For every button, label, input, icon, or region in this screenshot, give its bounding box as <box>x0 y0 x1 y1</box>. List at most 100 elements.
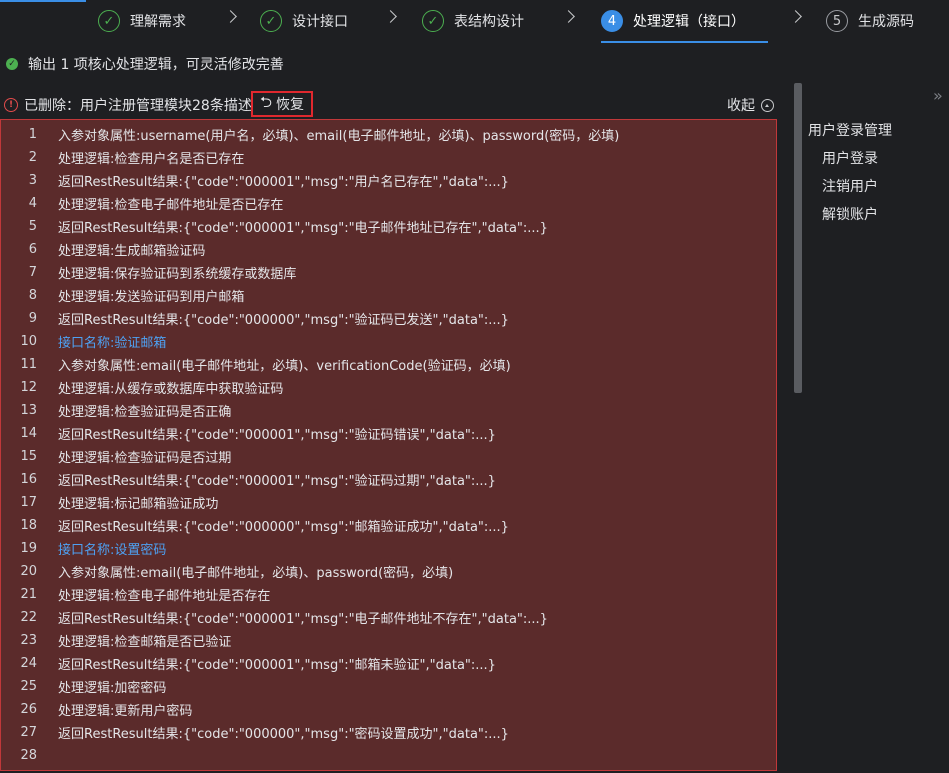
outline-item-logout[interactable]: 注销用户 <box>808 176 892 204</box>
line-number: 27 <box>20 725 37 740</box>
code-text: 处理逻辑:检查邮箱是否已验证 <box>58 635 232 650</box>
line-number: 21 <box>20 587 37 602</box>
code-text: 处理逻辑:检查验证码是否过期 <box>58 451 232 466</box>
step-table-design[interactable]: ✓ 表结构设计 <box>422 8 524 34</box>
check-icon: ✓ <box>422 10 444 32</box>
step-number: 4 <box>601 10 623 32</box>
deletion-text: 已删除：用户注册管理模块28条描述 <box>24 98 252 114</box>
line-number: 18 <box>20 518 37 533</box>
interface-name-line: 接口名称:设置密码 <box>58 543 167 558</box>
deletion-notice: ! 已删除：用户注册管理模块28条描述 ⮌ 恢复 收起 <box>4 91 778 117</box>
code-line: 23 处理逻辑:检查邮箱是否已验证 <box>1 629 776 652</box>
code-text: 返回RestResult结果:{"code":"000001","msg":"用… <box>58 175 509 190</box>
step-label: 理解需求 <box>130 14 186 30</box>
code-line: 18 返回RestResult结果:{"code":"000000","msg":… <box>1 514 776 537</box>
interface-name-line: 接口名称:验证邮箱 <box>58 336 167 351</box>
code-line: 27 返回RestResult结果:{"code":"000000","msg":… <box>1 721 776 744</box>
line-number: 23 <box>20 633 37 648</box>
code-line: 5 返回RestResult结果:{"code":"000001","msg":"… <box>1 215 776 238</box>
expand-panel-icon[interactable]: » <box>933 86 943 105</box>
line-number: 4 <box>28 196 37 211</box>
code-text: 处理逻辑:检查用户名是否已存在 <box>58 152 245 167</box>
line-number: 3 <box>28 173 37 188</box>
chevron-up-circle-icon <box>761 98 774 112</box>
code-text: 入参对象属性:email(电子邮件地址，必填)、verificationCode… <box>58 359 511 374</box>
check-icon: ✓ <box>98 10 120 32</box>
code-text: 入参对象属性:email(电子邮件地址，必填)、password(密码，必填) <box>58 566 454 581</box>
code-line: 16 返回RestResult结果:{"code":"000001","msg":… <box>1 468 776 491</box>
code-line: 22 返回RestResult结果:{"code":"000001","msg":… <box>1 606 776 629</box>
line-number: 6 <box>28 242 37 257</box>
line-number: 11 <box>20 357 37 372</box>
code-line: 6 处理逻辑:生成邮箱验证码 <box>1 238 776 261</box>
outline-title[interactable]: 用户登录管理 <box>808 120 892 148</box>
line-number: 5 <box>28 219 37 234</box>
code-text: 处理逻辑:发送验证码到用户邮箱 <box>58 290 245 305</box>
code-text: 返回RestResult结果:{"code":"000001","msg":"验… <box>58 428 496 443</box>
code-text: 入参对象属性:username(用户名，必填)、email(电子邮件地址，必填)… <box>58 129 620 144</box>
code-line: 3 返回RestResult结果:{"code":"000001","msg":"… <box>1 169 776 192</box>
chevron-right-icon <box>384 10 397 23</box>
code-text: 返回RestResult结果:{"code":"000001","msg":"电… <box>58 221 548 236</box>
line-number: 20 <box>20 564 37 579</box>
code-text: 处理逻辑:保存验证码到系统缓存或数据库 <box>58 267 297 282</box>
outline-item-unlock[interactable]: 解锁账户 <box>808 204 892 232</box>
code-line: 13 处理逻辑:检查验证码是否正确 <box>1 399 776 422</box>
line-number: 13 <box>20 403 37 418</box>
step-label: 设计接口 <box>292 14 348 30</box>
code-line: 26 处理逻辑:更新用户密码 <box>1 698 776 721</box>
code-line: 25 处理逻辑:加密密码 <box>1 675 776 698</box>
restore-button[interactable]: ⮌ 恢复 <box>251 91 313 117</box>
code-text: 返回RestResult结果:{"code":"000000","msg":"验… <box>58 313 509 328</box>
code-line: 1 入参对象属性:username(用户名，必填)、email(电子邮件地址，必填… <box>1 123 776 146</box>
code-line: 15 处理逻辑:检查验证码是否过期 <box>1 445 776 468</box>
active-step-underline <box>601 41 768 43</box>
collapse-button[interactable]: 收起 <box>727 95 774 115</box>
code-line: 28 <box>1 744 776 767</box>
code-text: 返回RestResult结果:{"code":"000000","msg":"邮… <box>58 520 509 535</box>
deleted-code-editor[interactable]: 1 入参对象属性:username(用户名，必填)、email(电子邮件地址，必填… <box>0 119 777 771</box>
step-bar: ✓ 理解需求 ✓ 设计接口 ✓ 表结构设计 4 处理逻辑（接口） 5 生成源码 <box>0 0 949 44</box>
code-line: 10 接口名称:验证邮箱 <box>1 330 776 353</box>
step-understand-requirements[interactable]: ✓ 理解需求 <box>98 8 186 34</box>
code-text: 处理逻辑:更新用户密码 <box>58 704 193 719</box>
step-design-interface[interactable]: ✓ 设计接口 <box>260 8 348 34</box>
warning-icon: ! <box>4 98 18 112</box>
chevron-right-icon <box>789 10 802 23</box>
code-line: 14 返回RestResult结果:{"code":"000001","msg":… <box>1 422 776 445</box>
code-line: 19 接口名称:设置密码 <box>1 537 776 560</box>
line-number: 22 <box>20 610 37 625</box>
line-number: 2 <box>28 150 37 165</box>
step-processing-logic[interactable]: 4 处理逻辑（接口） <box>601 8 745 34</box>
code-text: 处理逻辑:标记邮箱验证成功 <box>58 497 219 512</box>
line-number: 28 <box>20 748 37 763</box>
status-text: 输出 1 项核心处理逻辑，可灵活修改完善 <box>28 57 284 73</box>
code-text: 返回RestResult结果:{"code":"000001","msg":"邮… <box>58 658 496 673</box>
code-line: 24 返回RestResult结果:{"code":"000001","msg":… <box>1 652 776 675</box>
line-number: 24 <box>20 656 37 671</box>
code-text: 处理逻辑:检查电子邮件地址是否已存在 <box>58 198 284 213</box>
code-line: 4 处理逻辑:检查电子邮件地址是否已存在 <box>1 192 776 215</box>
chevron-right-icon <box>562 10 575 23</box>
code-line: 17 处理逻辑:标记邮箱验证成功 <box>1 491 776 514</box>
step-label: 处理逻辑（接口） <box>633 14 745 30</box>
check-icon: ✓ <box>260 10 282 32</box>
step-number: 5 <box>826 10 848 32</box>
line-number: 1 <box>28 127 37 142</box>
code-line: 21 处理逻辑:检查电子邮件地址是否存在 <box>1 583 776 606</box>
code-line: 8 处理逻辑:发送验证码到用户邮箱 <box>1 284 776 307</box>
code-line: 7 处理逻辑:保存验证码到系统缓存或数据库 <box>1 261 776 284</box>
step-generate-source[interactable]: 5 生成源码 <box>826 8 914 34</box>
code-text: 处理逻辑:加密密码 <box>58 681 167 696</box>
outline-item-login[interactable]: 用户登录 <box>808 148 892 176</box>
code-text: 返回RestResult结果:{"code":"000001","msg":"验… <box>58 474 496 489</box>
scrollbar[interactable] <box>794 83 802 393</box>
undo-icon: ⮌ <box>259 92 272 111</box>
code-text: 返回RestResult结果:{"code":"000001","msg":"电… <box>58 612 548 627</box>
line-number: 26 <box>20 702 37 717</box>
step-label: 生成源码 <box>858 14 914 30</box>
status-message: ✓ 输出 1 项核心处理逻辑，可灵活修改完善 <box>6 54 284 74</box>
code-line: 2 处理逻辑:检查用户名是否已存在 <box>1 146 776 169</box>
success-icon: ✓ <box>6 58 18 70</box>
code-line: 20 入参对象属性:email(电子邮件地址，必填)、password(密码，必填… <box>1 560 776 583</box>
